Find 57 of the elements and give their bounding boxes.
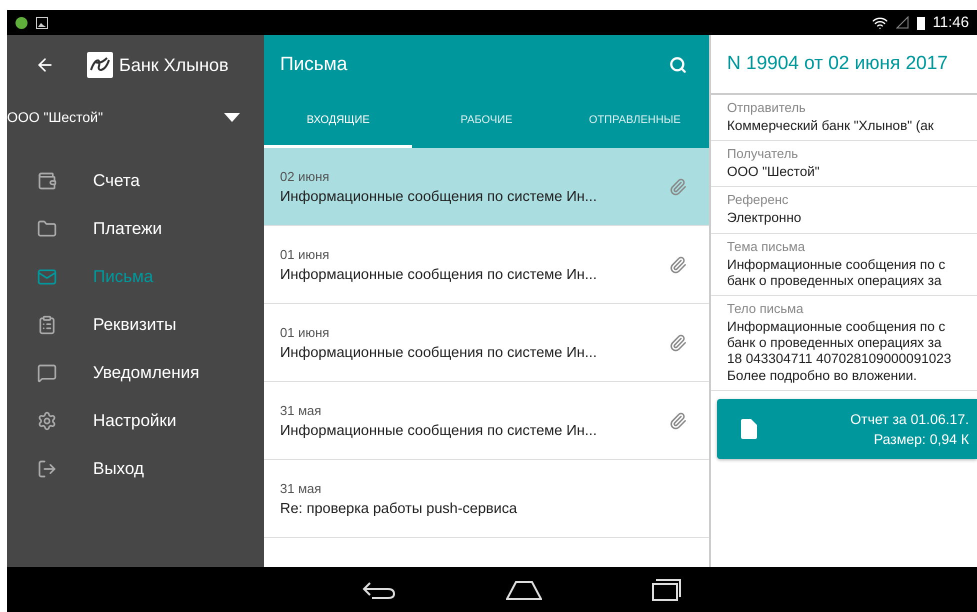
paperclip-icon xyxy=(669,256,687,274)
clock: 11:46 xyxy=(932,14,969,31)
letter-subject: Информационные сообщения по системе Ин... xyxy=(280,188,597,204)
field-label: Тема письма xyxy=(727,238,805,254)
file-icon xyxy=(741,418,757,439)
letter-date: 31 мая xyxy=(280,402,322,418)
logo-icon xyxy=(87,52,113,78)
field-value: ООО "Шестой" xyxy=(727,164,820,180)
chat-icon xyxy=(37,363,57,383)
field-label: Тело письма xyxy=(727,300,804,316)
letter-subject: Информационные сообщения по системе Ин... xyxy=(280,344,597,360)
letter-subject: Информационные сообщения по системе Ин... xyxy=(280,266,597,282)
menu-item[interactable]: Платежи xyxy=(7,205,264,253)
envelope-icon xyxy=(37,267,57,287)
dropdown-caret-icon xyxy=(224,112,240,122)
recents-icon[interactable] xyxy=(652,578,682,600)
attachment-name: Отчет за 01.06.17. xyxy=(850,410,969,427)
field-value: Коммерческий банк "Хлынов" (ак xyxy=(727,118,934,134)
attachment-size: Размер: 0,94 К xyxy=(874,430,969,447)
exit-icon xyxy=(37,459,57,479)
home-icon[interactable] xyxy=(506,580,542,600)
signal-icon xyxy=(896,16,909,29)
letter-date: 01 июня xyxy=(280,324,330,340)
clipboard-icon xyxy=(37,315,57,335)
gear-icon xyxy=(37,411,57,431)
letters-title: Письма xyxy=(280,54,348,76)
paperclip-icon xyxy=(669,412,687,430)
bank-name: Банк Хлынов xyxy=(119,54,229,76)
menu-item[interactable]: Счета xyxy=(7,157,264,205)
field-label: Референс xyxy=(727,192,788,208)
paperclip-icon xyxy=(669,178,687,196)
menu-item[interactable]: Настройки xyxy=(7,397,264,445)
image-icon xyxy=(36,16,48,28)
wallet-icon xyxy=(37,171,57,191)
search-icon[interactable] xyxy=(669,56,687,74)
paperclip-icon xyxy=(669,334,687,352)
field-value: Электронно xyxy=(727,210,802,227)
attachment-card[interactable]: Отчет за 01.06.17. Размер: 0,94 К xyxy=(717,398,977,459)
letter-title: N 19904 от 02 июня 2017 xyxy=(727,53,948,75)
field-value: Информационные сообщения по с банк о проведенных операциях за 18 043304711 407028109000091023 Более подробно во вложении. xyxy=(727,318,952,384)
letter-subject: Информационные сообщения по системе Ин... xyxy=(280,422,597,438)
letter-date: 31 мая xyxy=(280,480,322,496)
letter-row[interactable]: 02 июня Информационные сообщения по системе Ин... xyxy=(264,148,709,226)
back-icon[interactable] xyxy=(362,580,396,598)
field-label: Получатель xyxy=(727,146,798,162)
folder-icon xyxy=(37,219,57,239)
field-label: Отправитель xyxy=(727,100,806,115)
letter-date: 02 июня xyxy=(280,168,330,184)
menu-item[interactable]: Уведомления xyxy=(7,349,264,397)
menu-item[interactable]: Выход xyxy=(7,445,264,493)
wifi-icon xyxy=(872,14,888,30)
field-value: Информационные сообщения по с банк о проведенных операциях за xyxy=(727,256,946,289)
battery-icon xyxy=(916,16,925,30)
letter-subject: Re: проверка работы push-сервиса xyxy=(280,500,518,516)
letter-date: 01 июня xyxy=(280,246,330,262)
organization-selector[interactable]: ООО "Шестой" xyxy=(7,95,264,139)
menu-item[interactable]: Реквизиты xyxy=(7,301,264,349)
